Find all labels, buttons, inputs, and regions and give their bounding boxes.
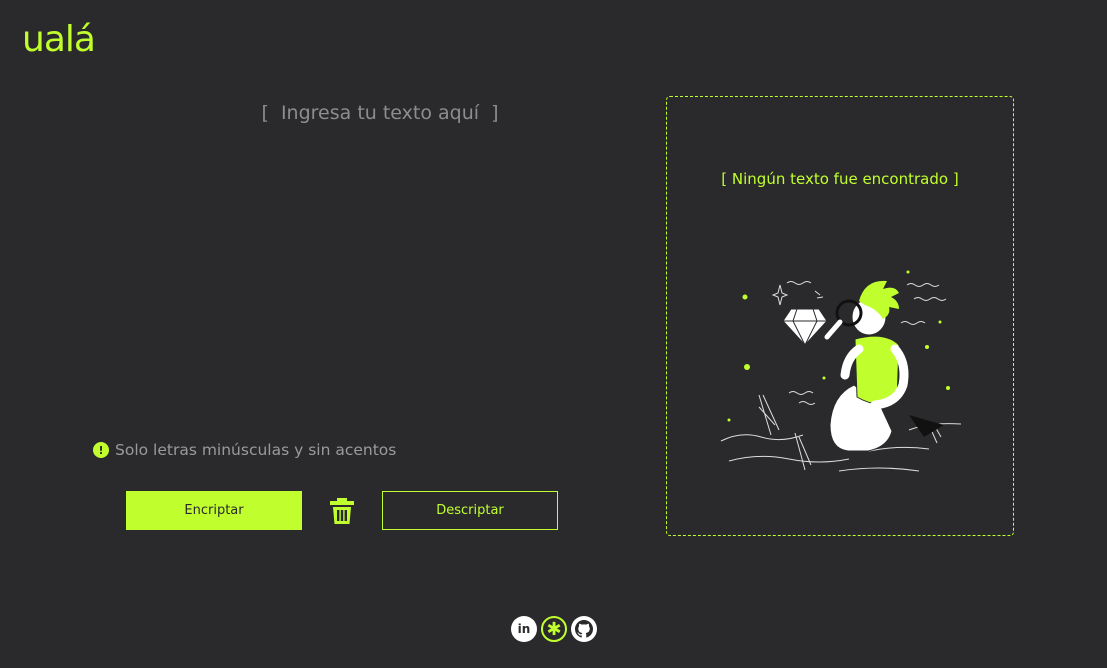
hint-text: Solo letras minúsculas y sin acentos (115, 441, 397, 459)
text-input[interactable] (180, 96, 580, 416)
exclamation-circle-icon: ! (93, 442, 109, 458)
brand-logo[interactable]: ualá (22, 22, 96, 58)
hint: ! Solo letras minúsculas y sin acentos (93, 441, 396, 459)
asterisk-icon[interactable]: ✱ (541, 616, 567, 642)
empty-output-message: [ Ningún texto fue encontrado ] (721, 170, 959, 188)
output-panel: [ Ningún texto fue encontrado ] (666, 96, 1014, 536)
decrypt-button[interactable]: Descriptar (382, 491, 558, 530)
social-links: in ✱ (511, 616, 597, 642)
github-icon[interactable] (571, 616, 597, 642)
encrypt-button[interactable]: Encriptar (126, 491, 302, 530)
person-searching-diamond-illustration (720, 270, 962, 472)
trash-icon[interactable] (328, 496, 356, 526)
linkedin-icon[interactable]: in (511, 616, 537, 642)
page: ualá ! Solo letras minúsculas y sin acen… (0, 0, 1107, 668)
